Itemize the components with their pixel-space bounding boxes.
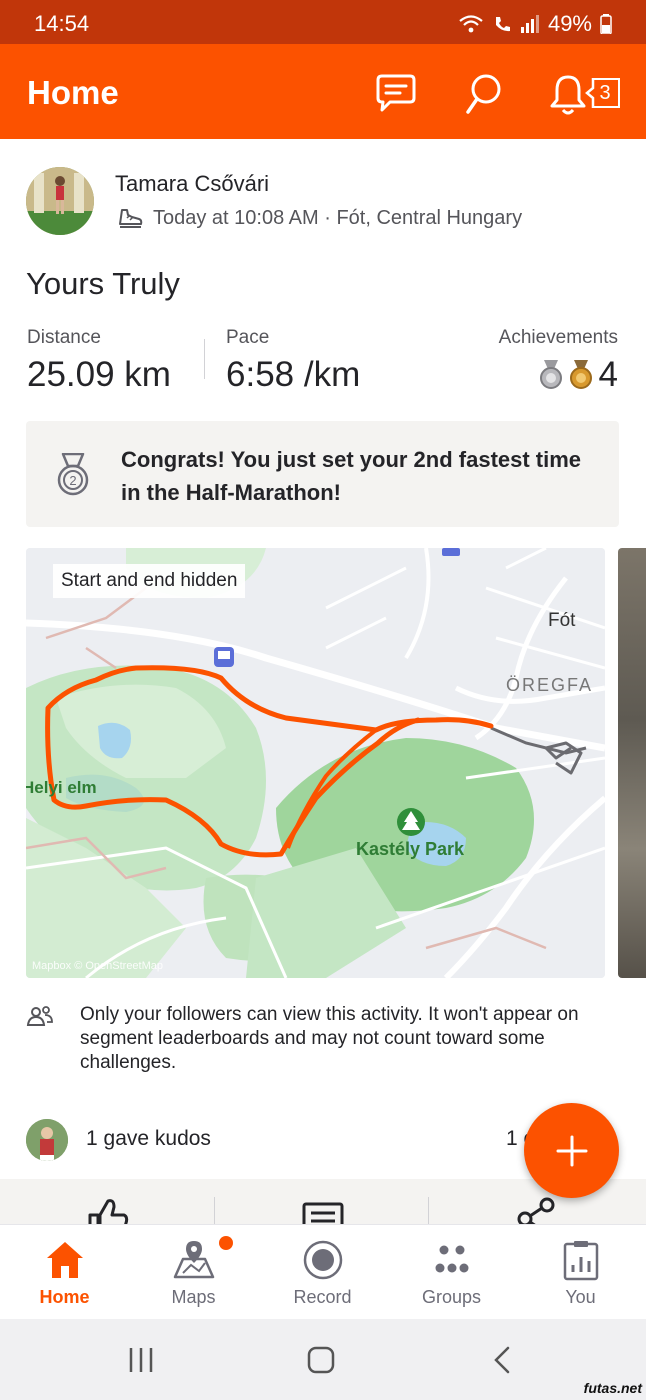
status-bar: 14:54 49% xyxy=(0,0,646,44)
followers-icon xyxy=(26,1006,53,1026)
map-label-oregfa: ÖREGFA xyxy=(506,675,593,695)
map-label-left: Helyi elm xyxy=(26,778,97,797)
athlete-avatar[interactable] xyxy=(26,167,94,235)
nav-maps[interactable]: Maps xyxy=(129,1225,258,1320)
maps-icon xyxy=(173,1241,215,1279)
bell-icon xyxy=(550,75,586,115)
you-icon xyxy=(563,1241,599,1281)
battery-percent: 49% xyxy=(547,11,592,36)
system-navigation: futas.net xyxy=(0,1319,646,1400)
plus-icon xyxy=(556,1135,587,1166)
share-icon xyxy=(517,1197,555,1224)
status-time: 14:54 xyxy=(34,11,90,36)
stat-divider xyxy=(204,339,205,379)
distance-value: 25.09 km xyxy=(27,355,171,394)
athlete-name[interactable]: Tamara Csővári xyxy=(115,171,269,197)
home-icon xyxy=(47,1242,83,1278)
run-shoe-icon xyxy=(119,209,143,228)
bronze-medal-icon xyxy=(569,360,592,389)
wifi-icon xyxy=(459,15,483,33)
stat-distance: Distance 25.09 km xyxy=(27,327,171,395)
notification-count: 3 xyxy=(599,81,611,104)
search-icon xyxy=(466,74,501,114)
home-system-icon[interactable] xyxy=(306,1345,336,1375)
achievement-message: Congrats! You just set your 2nd fastest … xyxy=(121,447,582,505)
map-label-fot: Fót xyxy=(548,610,576,631)
achievement-banner[interactable]: 2 Congrats! You just set your 2nd fastes… xyxy=(26,421,619,527)
nav-record-label: Record xyxy=(293,1287,352,1307)
nav-you[interactable]: You xyxy=(516,1225,645,1320)
map-canvas: Fót ÖREGFA Kastély Park Helyi elm xyxy=(26,548,605,978)
search-button[interactable] xyxy=(462,72,506,116)
map-label-park: Kastély Park xyxy=(356,839,465,859)
nav-home[interactable]: Home xyxy=(0,1225,129,1320)
page-title: Home xyxy=(27,74,119,111)
battery-icon xyxy=(600,14,612,34)
map-attribution[interactable]: Mapbox © OpenStreetMap xyxy=(32,960,163,972)
nav-maps-label: Maps xyxy=(171,1287,216,1307)
nav-home-label: Home xyxy=(39,1287,90,1307)
badge-notch xyxy=(585,78,595,108)
add-post-button[interactable] xyxy=(524,1103,619,1198)
messages-button[interactable] xyxy=(374,72,418,116)
thumbs-up-icon xyxy=(88,1199,129,1224)
notifications-button[interactable]: 3 xyxy=(548,72,624,116)
signal-icon xyxy=(520,15,539,33)
stat-achievements: Achievements 4 xyxy=(499,327,618,395)
stat-pace: Pace 6:58 /km xyxy=(226,327,360,395)
medal-2nd-icon: 2 xyxy=(57,453,89,496)
pace-value: 6:58 /km xyxy=(226,355,361,394)
call-icon xyxy=(495,17,510,32)
nav-groups[interactable]: Groups xyxy=(387,1225,516,1320)
recent-apps-icon[interactable] xyxy=(126,1345,156,1375)
app-bar: Home 3 xyxy=(0,44,646,139)
park-marker-icon xyxy=(397,808,425,836)
activity-photo[interactable] xyxy=(618,548,646,978)
achievements-label: Achievements xyxy=(498,327,618,348)
maps-notification-dot xyxy=(219,1236,233,1250)
comment-icon xyxy=(302,1202,344,1224)
map-privacy-chip: Start and end hidden xyxy=(53,564,246,598)
activity-meta-text: Today at 10:08 AM · Fót, Central Hungary xyxy=(153,206,523,229)
activity-title[interactable]: Yours Truly xyxy=(26,266,180,302)
kudos-avatar[interactable] xyxy=(26,1119,68,1161)
activity-map[interactable]: Fót ÖREGFA Kastély Park Helyi elm Start … xyxy=(26,548,605,978)
activity-meta: Today at 10:08 AM · Fót, Central Hungary xyxy=(117,206,522,230)
nav-groups-label: Groups xyxy=(421,1287,482,1307)
groups-icon xyxy=(435,1245,469,1273)
train-station-icon xyxy=(214,647,234,667)
svg-text:2: 2 xyxy=(69,473,76,488)
nav-you-label: You xyxy=(565,1287,596,1307)
pace-label: Pace xyxy=(226,327,270,348)
status-icons: 49% xyxy=(458,11,612,37)
kudos-avatar-photo xyxy=(26,1119,68,1161)
record-icon xyxy=(303,1240,343,1280)
kudos-text[interactable]: 1 gave kudos xyxy=(86,1127,211,1151)
privacy-text: Only your followers can view this activi… xyxy=(80,1004,579,1073)
avatar-photo xyxy=(26,167,94,235)
distance-label: Distance xyxy=(27,327,101,348)
achievements-count: 4 xyxy=(598,355,618,394)
silver-medal-icon xyxy=(539,360,562,389)
back-icon[interactable] xyxy=(488,1345,518,1375)
comment-button[interactable] xyxy=(215,1179,429,1224)
feed[interactable]: Tamara Csővári Today at 10:08 AM · Fót, … xyxy=(0,139,646,1224)
watermark: futas.net xyxy=(583,1380,642,1396)
nav-record[interactable]: Record xyxy=(258,1225,387,1320)
bus-stop-icon xyxy=(442,548,460,556)
chat-icon xyxy=(376,74,416,112)
share-button[interactable] xyxy=(429,1179,646,1224)
kudos-button[interactable] xyxy=(0,1179,214,1224)
bottom-navigation: Home Maps Record Groups You xyxy=(0,1224,646,1319)
